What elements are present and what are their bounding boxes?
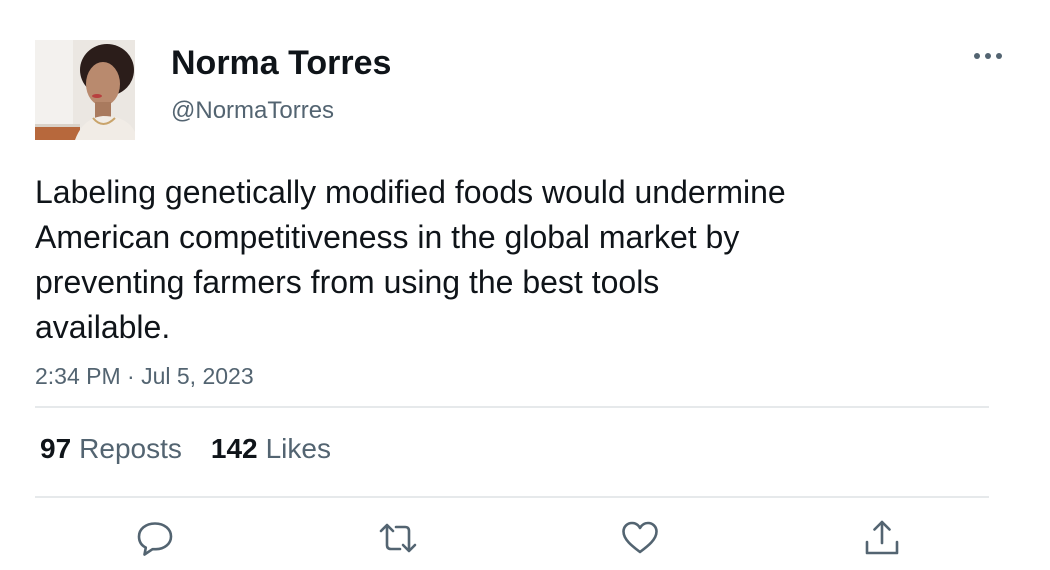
share-button[interactable] — [862, 518, 902, 558]
likes-count: 142 — [210, 433, 258, 464]
engagement-stats: 97 Reposts 142 Likes — [40, 432, 331, 466]
profile-photo-icon — [35, 40, 135, 140]
display-name[interactable]: Norma Torres — [171, 42, 391, 84]
like-button[interactable] — [620, 518, 660, 558]
more-dots-icon[interactable] — [972, 46, 1004, 66]
tweet-timestamp[interactable]: 2:34 PM · Jul 5, 2023 — [35, 361, 254, 391]
tweet-text: Labeling genetically modified foods woul… — [35, 174, 786, 345]
likes-stat[interactable]: 142 Likes — [211, 432, 331, 466]
reposts-label: Reposts — [79, 433, 182, 464]
share-upload-icon — [865, 520, 899, 555]
divider — [35, 496, 989, 498]
divider — [35, 406, 989, 408]
repost-button[interactable] — [378, 518, 418, 558]
avatar[interactable] — [35, 40, 135, 140]
speech-bubble-icon — [137, 522, 173, 556]
reposts-stat[interactable]: 97 Reposts — [40, 432, 182, 466]
reply-button[interactable] — [135, 518, 175, 558]
user-handle[interactable]: @NormaTorres — [171, 96, 334, 126]
tweet-card: Norma Torres @NormaTorres Labeling genet… — [0, 0, 1050, 570]
repost-arrows-icon — [379, 523, 417, 553]
likes-label: Likes — [265, 433, 331, 464]
reposts-count: 97 — [40, 433, 72, 464]
heart-icon — [622, 521, 658, 554]
